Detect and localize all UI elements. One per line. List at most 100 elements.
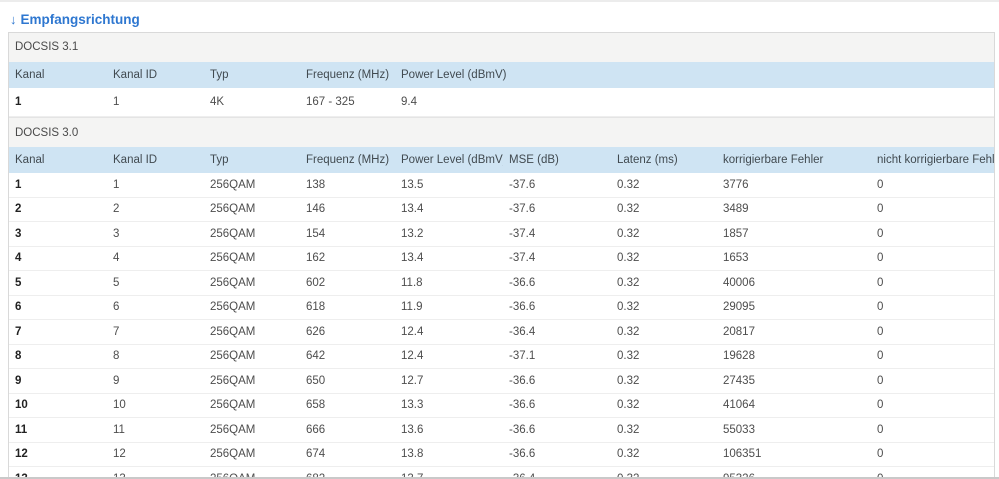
table-row: 12 12 256QAM 674 13.8 -36.6 0.32 106351 0 (9, 442, 994, 467)
docsis31-table: Kanal Kanal ID Typ Frequenz (MHz) Power Leve… (9, 62, 994, 117)
table-row: 7 7 256QAM 626 12.4 -36.4 0.32 20817 0 (9, 319, 994, 345)
cell: -36.6 (503, 417, 611, 443)
cell: 0 (871, 344, 994, 369)
cell: 626 (300, 319, 395, 345)
cell: 7 (107, 319, 204, 345)
cell: 29095 (717, 295, 871, 320)
cell: 162 (300, 246, 395, 271)
table-row: 11 11 256QAM 666 13.6 -36.6 0.32 55033 0 (9, 417, 994, 443)
table-row: 10 10 256QAM 658 13.3 -36.6 0.32 41064 0 (9, 393, 994, 418)
cell: 658 (300, 393, 395, 418)
cell: 0 (871, 172, 994, 198)
cell: 40006 (717, 270, 871, 296)
cell: 256QAM (204, 221, 300, 247)
column-header: Frequenz (MHz) (300, 146, 395, 173)
cell: 10 (107, 393, 204, 418)
column-header: Typ (204, 62, 300, 88)
cell: 0.32 (611, 442, 717, 467)
column-header: Typ (204, 146, 300, 173)
cell: 11 (107, 417, 204, 443)
table-row: 5 5 256QAM 602 11.8 -36.6 0.32 40006 0 (9, 270, 994, 296)
cell: 0 (871, 417, 994, 443)
cell: 256QAM (204, 197, 300, 222)
cell: 1 (107, 88, 204, 117)
cell: 602 (300, 270, 395, 296)
cell: 27435 (717, 368, 871, 394)
cell: 2 (9, 197, 107, 222)
cell: 0 (871, 221, 994, 247)
cell: 154 (300, 221, 395, 247)
cell: -36.6 (503, 393, 611, 418)
cell: 5 (107, 270, 204, 296)
channels-panel: DOCSIS 3.1 Kanal Kanal ID Typ Frequenz (MHz… (8, 32, 995, 479)
cell: 4 (107, 246, 204, 271)
cell: 13.4 (395, 197, 503, 222)
column-header: Kanal ID (107, 146, 204, 173)
page-title-label: Empfangsrichtung (20, 12, 140, 27)
header-row: Kanal Kanal ID Typ Frequenz (MHz) Power Leve… (9, 62, 994, 88)
cell: 618 (300, 295, 395, 320)
cell: 7 (9, 319, 107, 345)
cell: 13.6 (395, 417, 503, 443)
cell: 1857 (717, 221, 871, 247)
cell: 0.32 (611, 417, 717, 443)
cell: 650 (300, 368, 395, 394)
cell: 2 (107, 197, 204, 222)
cell: 19628 (717, 344, 871, 369)
cell: -37.1 (503, 344, 611, 369)
column-header: MSE (dB) (503, 146, 611, 173)
cell: 256QAM (204, 295, 300, 320)
cell: 20817 (717, 319, 871, 345)
cell: 0 (871, 368, 994, 394)
docsis30-table: Kanal Kanal ID Typ Frequenz (MHz) Power Leve… (9, 146, 994, 479)
cell: 13.8 (395, 442, 503, 467)
cell: 0.32 (611, 197, 717, 222)
column-header: nicht korrigierbare Fehler (871, 146, 994, 173)
cell: 0.32 (611, 221, 717, 247)
cell: 0 (871, 393, 994, 418)
cell: 10 (9, 393, 107, 418)
section-title-empfangsrichtung[interactable]: ↓ Empfangsrichtung (0, 2, 999, 30)
cell: 8 (107, 344, 204, 369)
column-header: korrigierbare Fehler (717, 146, 871, 173)
cell: 642 (300, 344, 395, 369)
cell: 9.4 (395, 88, 994, 117)
column-header: Power Level (dBmV) (395, 62, 994, 88)
cell: 1 (9, 88, 107, 117)
cell: 0 (871, 246, 994, 271)
cell: 1 (107, 172, 204, 198)
table-row: 3 3 256QAM 154 13.2 -37.4 0.32 1857 0 (9, 221, 994, 247)
cell: 0.32 (611, 393, 717, 418)
cell: 0.32 (611, 295, 717, 320)
cell: 13.2 (395, 221, 503, 247)
cell: 8 (9, 344, 107, 369)
table-row: 9 9 256QAM 650 12.7 -36.6 0.32 27435 0 (9, 368, 994, 394)
table-row: 1 1 256QAM 138 13.5 -37.6 0.32 3776 0 (9, 172, 994, 198)
cell: 12.4 (395, 319, 503, 345)
cell: 0 (871, 442, 994, 467)
cell: 3776 (717, 172, 871, 198)
cell: 256QAM (204, 172, 300, 198)
arrow-down-icon: ↓ (10, 12, 17, 27)
table-row: 2 2 256QAM 146 13.4 -37.6 0.32 3489 0 (9, 197, 994, 222)
table-row: 4 4 256QAM 162 13.4 -37.4 0.32 1653 0 (9, 246, 994, 271)
section-header-docsis30: DOCSIS 3.0 (9, 116, 994, 147)
cell: 9 (9, 368, 107, 394)
cell: -36.6 (503, 368, 611, 394)
cell: 11 (9, 417, 107, 443)
cell: 0.32 (611, 270, 717, 296)
cell: 5 (9, 270, 107, 296)
column-header: Kanal ID (107, 62, 204, 88)
cell: 12.4 (395, 344, 503, 369)
section-header-docsis31: DOCSIS 3.1 (9, 33, 994, 62)
table-row: 8 8 256QAM 642 12.4 -37.1 0.32 19628 0 (9, 344, 994, 369)
cell: 0.32 (611, 172, 717, 198)
cell: 3 (9, 221, 107, 247)
cell: -36.4 (503, 319, 611, 345)
cell: 12.7 (395, 368, 503, 394)
cell: 256QAM (204, 442, 300, 467)
cell: 3489 (717, 197, 871, 222)
cell: 256QAM (204, 270, 300, 296)
column-header: Frequenz (MHz) (300, 62, 395, 88)
cell: 13.4 (395, 246, 503, 271)
